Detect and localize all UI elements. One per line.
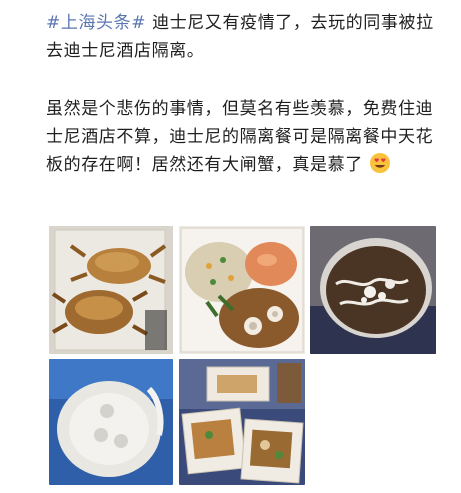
weibo-post: #上海头条# 迪士尼又有疫情了，去玩的同事被拉去迪士尼酒店隔离。 虽然是个悲伤的… [0,0,461,493]
photo-takeout-boxes[interactable] [179,359,305,485]
photo-dessert-cup[interactable] [310,226,436,354]
hashtag-link[interactable]: #上海头条# [46,13,146,33]
photo-cup-lid[interactable] [49,359,173,485]
heart-eyes-emoji-icon [369,153,390,173]
photo-rice-and-dishes[interactable] [179,226,305,354]
photo-crabs-in-box[interactable] [49,226,173,354]
post-text-intro: #上海头条# 迪士尼又有疫情了，去玩的同事被拉去迪士尼酒店隔离。 [46,9,446,65]
post-text-body: 虽然是个悲伤的事情，但莫名有些羡慕，免费住迪士尼酒店不算，迪士尼的隔离餐可是隔离… [46,95,446,179]
